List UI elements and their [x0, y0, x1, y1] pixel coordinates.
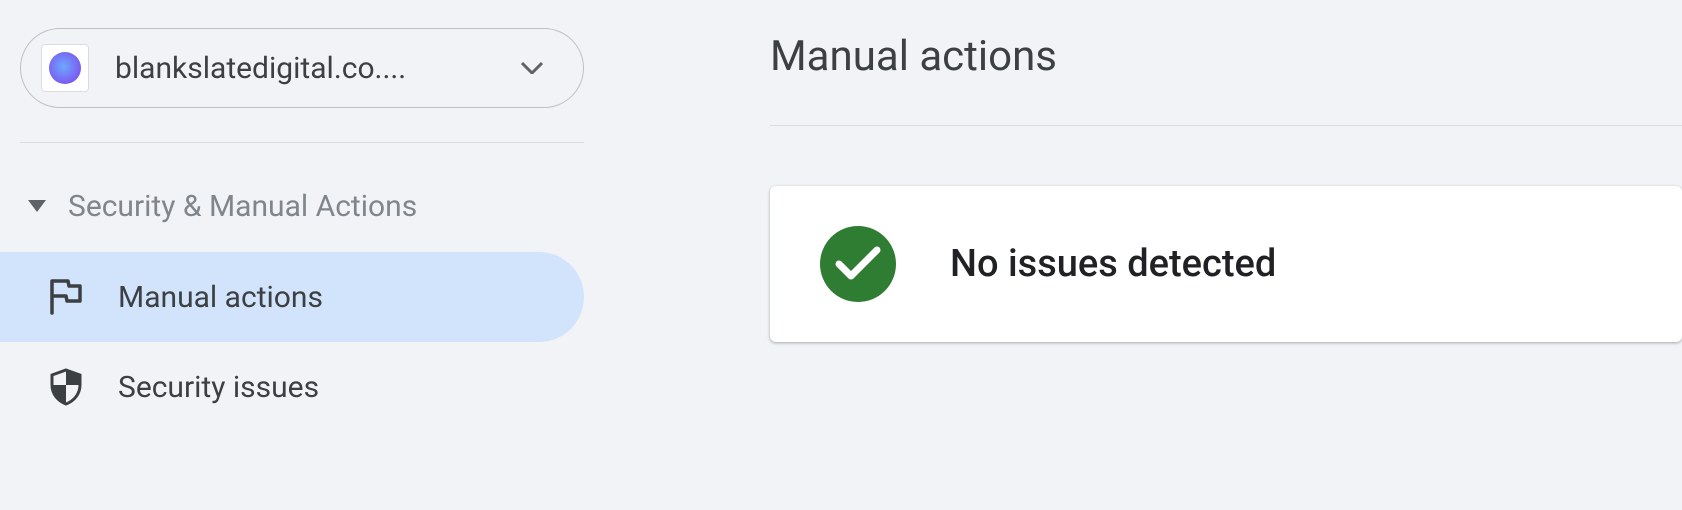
nav-items: Manual actions Security issues [0, 252, 600, 432]
status-card: No issues detected [770, 186, 1682, 342]
nav-item-label: Security issues [118, 370, 319, 405]
sidebar: blankslatedigital.co.... Security & Manu… [0, 0, 600, 510]
sidebar-divider [20, 142, 584, 143]
section-header[interactable]: Security & Manual Actions [0, 177, 600, 236]
nav-item-manual-actions[interactable]: Manual actions [0, 252, 584, 342]
property-name: blankslatedigital.co.... [115, 51, 521, 86]
status-message: No issues detected [950, 242, 1276, 286]
main-content: Manual actions No issues detected [600, 0, 1682, 510]
main-divider [770, 125, 1682, 126]
nav-item-label: Manual actions [118, 280, 323, 315]
flag-icon [48, 279, 84, 315]
dropdown-icon [521, 59, 543, 78]
nav-item-security-issues[interactable]: Security issues [0, 342, 584, 432]
section-title: Security & Manual Actions [68, 189, 417, 224]
shield-icon [48, 368, 84, 406]
checkmark-icon [820, 226, 896, 302]
collapse-icon [28, 197, 46, 216]
favicon-circle-icon [49, 52, 81, 84]
property-favicon [41, 44, 89, 92]
page-title: Manual actions [770, 32, 1682, 81]
property-selector[interactable]: blankslatedigital.co.... [20, 28, 584, 108]
